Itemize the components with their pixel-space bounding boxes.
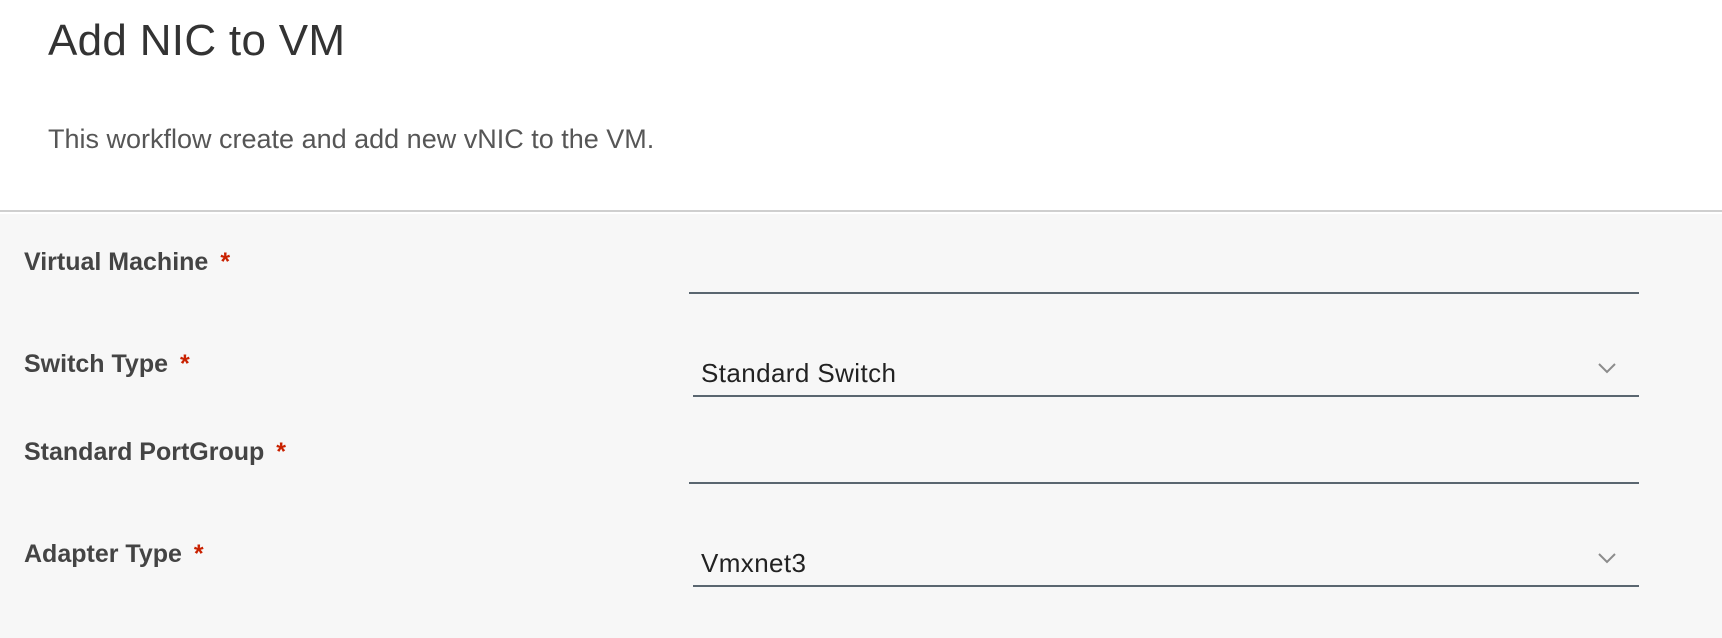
standard-portgroup-label: Standard PortGroup * bbox=[24, 438, 286, 467]
standard-portgroup-label-text: Standard PortGroup bbox=[24, 438, 265, 466]
switch-type-selected-value: Standard Switch bbox=[701, 358, 897, 388]
required-asterisk: * bbox=[180, 350, 190, 378]
standard-portgroup-input[interactable] bbox=[689, 432, 1639, 482]
workflow-description: This workflow create and add new vNIC to… bbox=[48, 124, 655, 154]
switch-type-select[interactable]: Standard Switch bbox=[693, 340, 1639, 397]
workflow-page: Add NIC to VM This workflow create and a… bbox=[0, 0, 1722, 638]
page-title: Add NIC to VM bbox=[48, 16, 346, 65]
virtual-machine-label: Virtual Machine * bbox=[24, 248, 230, 277]
standard-portgroup-field[interactable] bbox=[689, 432, 1639, 484]
switch-type-label: Switch Type * bbox=[24, 350, 190, 379]
virtual-machine-input[interactable] bbox=[689, 242, 1639, 292]
adapter-type-label-text: Adapter Type bbox=[24, 540, 182, 568]
switch-type-label-text: Switch Type bbox=[24, 350, 169, 378]
required-asterisk: * bbox=[276, 438, 287, 466]
virtual-machine-label-text: Virtual Machine bbox=[24, 248, 209, 276]
required-asterisk: * bbox=[220, 248, 231, 276]
chevron-down-icon[interactable] bbox=[1595, 546, 1619, 570]
adapter-type-label: Adapter Type * bbox=[24, 540, 204, 569]
chevron-down-icon[interactable] bbox=[1595, 356, 1619, 380]
virtual-machine-field[interactable] bbox=[689, 242, 1639, 294]
adapter-type-selected-value: Vmxnet3 bbox=[701, 548, 807, 578]
required-asterisk: * bbox=[193, 540, 204, 568]
workflow-header: Add NIC to VM This workflow create and a… bbox=[0, 0, 1722, 212]
adapter-type-select[interactable]: Vmxnet3 bbox=[693, 530, 1639, 587]
workflow-input-form: Virtual Machine * Switch Type * Standard S… bbox=[0, 214, 1722, 638]
